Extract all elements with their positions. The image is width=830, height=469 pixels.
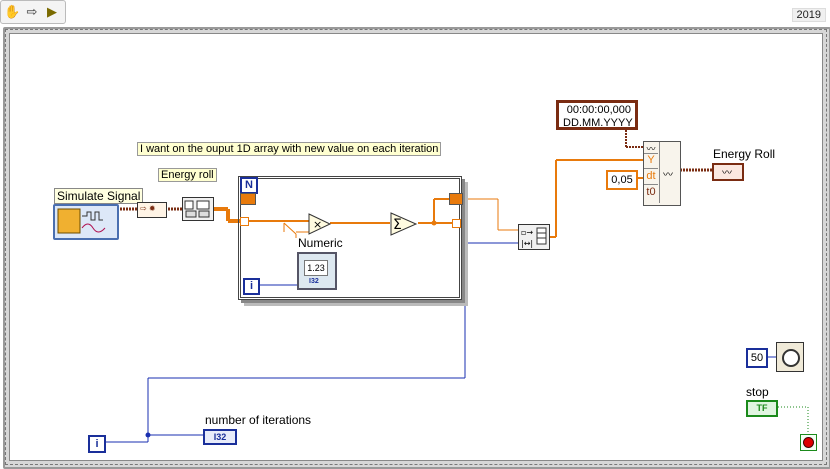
matrix-icon (184, 200, 210, 218)
i32-tag: I32 (309, 278, 319, 285)
svg-text:▫→: ▫→ (521, 228, 533, 237)
timestamp-constant[interactable]: 00:00:00,000 DD.MM.YYYY (556, 100, 638, 130)
energy-roll-label: Energy roll (158, 168, 217, 182)
stop-icon (803, 437, 814, 448)
dt-constant[interactable]: 0,05 (606, 170, 638, 190)
stop-label: stop (746, 385, 769, 399)
build-waveform-node[interactable]: 〰 Y dt t0 〰 (643, 141, 681, 206)
energy-roll-subvi[interactable] (182, 197, 214, 221)
build-array-node[interactable]: ▫→ |↔| (518, 224, 550, 250)
wait-ms-node[interactable] (776, 342, 804, 372)
clock-icon (782, 349, 800, 367)
dt-terminal[interactable]: dt (644, 170, 658, 185)
loop-count-terminal[interactable]: N (240, 177, 258, 194)
svg-text:|↔|: |↔| (521, 239, 533, 248)
number-of-iterations-label: number of iterations (205, 413, 312, 427)
waveform-in-icon: 〰 (644, 142, 658, 154)
add-array-elements-node[interactable]: Σ (390, 212, 418, 236)
array-icon: ▫→ |↔| (521, 227, 547, 248)
loop-iteration-terminal[interactable]: i (243, 278, 260, 295)
numeric-display: 1.23 (304, 260, 328, 276)
stop-button-terminal[interactable]: TF (746, 400, 778, 417)
sum-icon: Σ (393, 217, 402, 233)
shift-register-left[interactable] (240, 193, 256, 205)
waveform-icon: 〰 (722, 168, 732, 179)
simulate-signal-express-vi[interactable] (53, 204, 119, 240)
numeric-control[interactable]: 1.23 I32 (297, 252, 337, 290)
energy-roll-indicator-label: Energy Roll (713, 147, 776, 161)
simulate-signal-icon (57, 208, 106, 234)
comment-label: I want on the ouput 1D array with new va… (137, 142, 442, 156)
waveform-component-node[interactable]: ⇨ ✹ (137, 202, 167, 218)
t0-terminal[interactable]: t0 (644, 186, 658, 200)
multiply-node[interactable]: × (308, 213, 332, 235)
multiply-icon: × (313, 218, 322, 231)
loop-condition-terminal[interactable] (800, 434, 817, 451)
simulate-signal-label: Simulate Signal (54, 188, 144, 204)
for-loop-frame[interactable] (238, 176, 462, 300)
y-terminal[interactable]: Y (644, 154, 658, 169)
wait-constant[interactable]: 50 (746, 348, 768, 368)
number-of-iterations-indicator[interactable]: I32 (203, 429, 237, 445)
auto-index-tunnel-in (240, 217, 249, 226)
energy-roll-indicator[interactable]: 〰 (712, 163, 744, 181)
numeric-label: Numeric (298, 236, 343, 250)
timestamp-date: DD.MM.YYYY (563, 117, 633, 129)
waveform-out-icon: 〰 (663, 170, 673, 181)
auto-index-tunnel-out (452, 219, 461, 228)
timestamp-time: 00:00:00,000 (566, 104, 631, 116)
while-loop-iteration-terminal[interactable]: i (88, 435, 106, 453)
number-of-iterations-type: I32 (213, 432, 227, 442)
shift-register-right[interactable] (449, 193, 463, 205)
